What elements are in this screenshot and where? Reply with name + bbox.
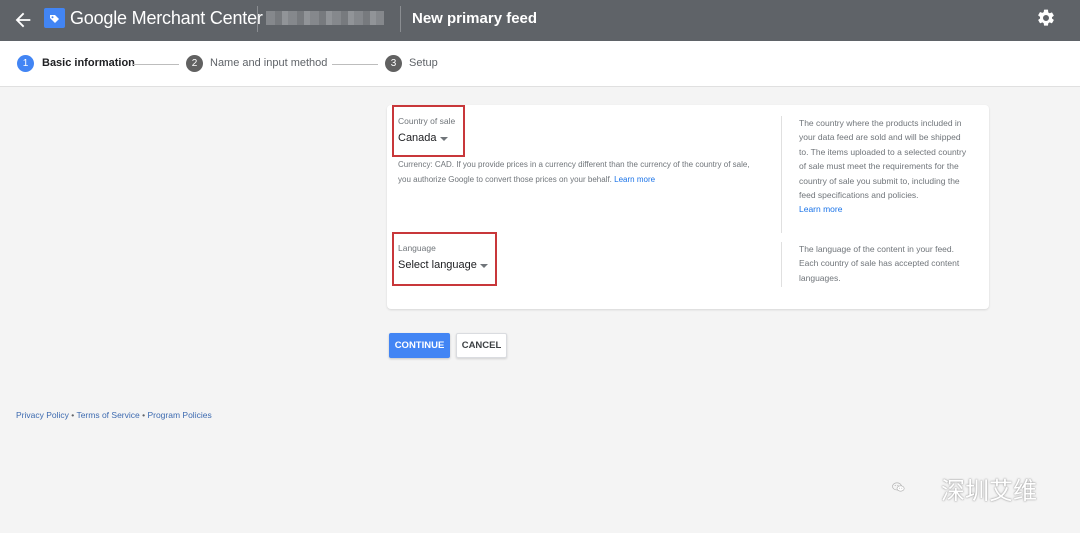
brand-name: Google Merchant Center <box>70 8 263 28</box>
annotation-highlight-box <box>392 105 465 157</box>
header-divider <box>257 6 258 32</box>
currency-help-text: Currency: CAD. If you provide prices in … <box>398 157 760 187</box>
header-divider <box>400 6 401 32</box>
footer-links: Privacy Policy • Terms of Service • Prog… <box>16 410 212 420</box>
country-description: The country where the products included … <box>799 116 971 217</box>
country-description-body: The country where the products included … <box>799 118 967 201</box>
basic-information-card: Country of sale Canada Currency: CAD. If… <box>387 105 989 309</box>
arrow-back-icon[interactable] <box>12 9 34 31</box>
dropdown-caret-icon[interactable] <box>440 137 448 141</box>
wechat-watermark-icon <box>892 482 905 492</box>
column-divider <box>781 116 782 233</box>
step-number-3: 3 <box>385 55 402 72</box>
watermark-text: 深圳艾维 <box>941 477 1037 505</box>
step-label-basic-information: Basic information <box>42 57 135 69</box>
terms-of-service-link[interactable]: Terms of Service <box>76 410 139 420</box>
language-label: Language <box>398 243 436 253</box>
privacy-policy-link[interactable]: Privacy Policy <box>16 410 69 420</box>
step-number-1: 1 <box>17 55 34 72</box>
page-title: New primary feed <box>412 10 538 27</box>
column-divider <box>781 242 782 287</box>
account-name-blurred[interactable] <box>266 11 384 25</box>
language-select[interactable]: Select language <box>398 259 477 271</box>
gear-icon[interactable] <box>1036 8 1056 28</box>
step-connector <box>133 64 179 65</box>
cancel-button[interactable]: CANCEL <box>456 333 507 358</box>
step-label-name-and-input-method: Name and input method <box>210 57 328 69</box>
step-number-2: 2 <box>186 55 203 72</box>
program-policies-link[interactable]: Program Policies <box>147 410 211 420</box>
continue-button[interactable]: CONTINUE <box>389 333 450 358</box>
app-header: Google Merchant Center New primary feed <box>0 0 1080 41</box>
step-connector <box>332 64 378 65</box>
step-label-setup: Setup <box>409 57 438 69</box>
country-learn-more-link[interactable]: Learn more <box>799 204 842 214</box>
progress-stepper: 1 Basic information 2 Name and input met… <box>0 41 1080 87</box>
dropdown-caret-icon[interactable] <box>480 264 488 268</box>
merchant-center-logo-icon <box>44 8 65 28</box>
country-of-sale-select[interactable]: Canada <box>398 132 437 144</box>
currency-help-body: Currency: CAD. If you provide prices in … <box>398 160 750 184</box>
currency-learn-more-link[interactable]: Learn more <box>614 175 655 184</box>
country-of-sale-label: Country of sale <box>398 116 456 126</box>
language-description: The language of the content in your feed… <box>799 244 960 283</box>
